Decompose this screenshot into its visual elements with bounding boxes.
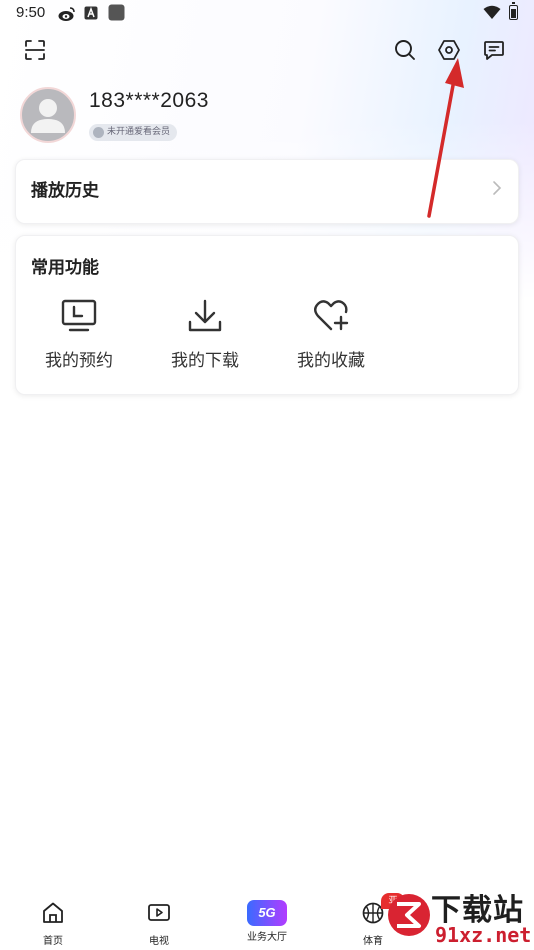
status-time: 9:50 — [16, 4, 46, 21]
my-reservations-button[interactable]: 我的预约 — [29, 298, 129, 371]
my-downloads-button[interactable]: 我的下载 — [155, 298, 255, 371]
member-shield-icon — [93, 127, 104, 138]
heart-plus-icon — [314, 300, 349, 331]
weibo-icon — [58, 7, 75, 21]
message-button[interactable] — [476, 32, 512, 68]
app-square-icon — [108, 4, 125, 21]
home-icon — [43, 902, 63, 923]
download-icon — [188, 299, 222, 332]
5g-icon: 5G — [247, 900, 287, 926]
nav-item-home[interactable]: 首页 — [21, 900, 85, 947]
search-button[interactable] — [387, 32, 423, 68]
wifi-icon — [483, 5, 501, 19]
nav-item-business-hall[interactable]: 5G 业务大厅 — [235, 900, 299, 943]
common-functions-card: 常用功能 我的预约 我的下载 我的收藏 — [15, 235, 519, 395]
my-downloads-label: 我的下载 — [171, 351, 239, 371]
member-badge[interactable]: 未开通爱看会员 — [89, 124, 178, 141]
my-favorites-button[interactable]: 我的收藏 — [281, 298, 381, 371]
nav-label-tv: 电视 — [149, 936, 169, 947]
my-favorites-label: 我的收藏 — [297, 351, 365, 371]
play-history-title: 播放历史 — [31, 181, 99, 201]
scan-button[interactable] — [17, 32, 53, 68]
username[interactable]: 183****2063 — [89, 89, 209, 113]
scan-icon — [25, 40, 45, 60]
chevron-right-icon — [493, 181, 502, 195]
common-functions-title: 常用功能 — [31, 258, 99, 278]
watermark: 下载站 91xz.net — [385, 885, 534, 950]
battery-icon — [509, 2, 518, 20]
default-avatar-icon — [31, 99, 65, 133]
message-icon — [484, 41, 504, 60]
nav-item-tv[interactable]: 电视 — [127, 900, 191, 947]
tv-play-icon — [148, 904, 170, 921]
status-bar: 9:50 — [0, 0, 534, 28]
app-a-icon — [84, 6, 98, 20]
watermark-text-url: 91xz.net — [433, 923, 534, 947]
tv-reserve-icon — [61, 299, 97, 332]
my-reservations-label: 我的预约 — [45, 351, 113, 371]
annotation-arrow — [427, 58, 464, 218]
search-icon — [395, 40, 415, 60]
nav-label-business-hall: 业务大厅 — [247, 932, 287, 943]
avatar[interactable] — [20, 87, 76, 143]
member-badge-label: 未开通爱看会员 — [107, 127, 171, 137]
watermark-logo-icon — [388, 894, 430, 936]
nav-label-home: 首页 — [43, 936, 63, 947]
